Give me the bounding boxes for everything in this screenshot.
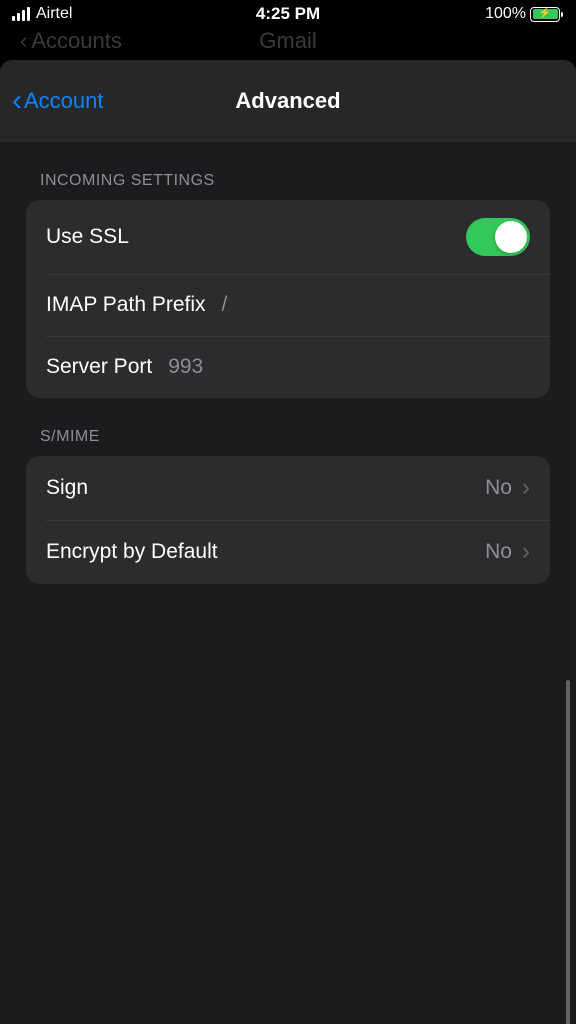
status-time: 4:25 PM <box>256 4 320 24</box>
chevron-right-icon: › <box>522 474 530 502</box>
charging-bolt-icon: ⚡ <box>539 9 551 19</box>
nav-bar: ‹ Account Advanced <box>0 60 576 142</box>
server-port-value: 993 <box>168 355 203 379</box>
smime-group: Sign No › Encrypt by Default No › <box>26 456 550 584</box>
content: INCOMING SETTINGS Use SSL IMAP Path Pref… <box>0 142 576 584</box>
chevron-left-icon: ‹ <box>12 86 22 116</box>
use-ssl-row: Use SSL <box>26 200 550 274</box>
imap-prefix-row[interactable]: IMAP Path Prefix / <box>26 274 550 336</box>
sign-value: No <box>485 476 512 500</box>
toggle-knob <box>495 221 527 253</box>
battery-icon: ⚡ <box>530 7 560 22</box>
scrollbar[interactable] <box>566 680 570 1024</box>
carrier-label: Airtel <box>36 5 72 23</box>
status-bar: Airtel 4:25 PM 100% ⚡ <box>0 0 576 28</box>
sign-row[interactable]: Sign No › <box>26 456 550 520</box>
server-port-label: Server Port <box>46 355 152 379</box>
use-ssl-label: Use SSL <box>46 225 129 249</box>
status-right: 100% ⚡ <box>485 5 560 23</box>
imap-prefix-label: IMAP Path Prefix <box>46 293 206 317</box>
status-left: Airtel <box>12 5 72 23</box>
encrypt-row[interactable]: Encrypt by Default No › <box>26 520 550 584</box>
back-button[interactable]: ‹ Account <box>12 86 104 116</box>
use-ssl-toggle[interactable] <box>466 218 530 256</box>
encrypt-label: Encrypt by Default <box>46 540 218 564</box>
sign-label: Sign <box>46 476 88 500</box>
encrypt-value: No <box>485 540 512 564</box>
chevron-left-icon: ‹ <box>20 28 27 54</box>
section-header-incoming: INCOMING SETTINGS <box>26 142 550 200</box>
settings-sheet: ‹ Account Advanced INCOMING SETTINGS Use… <box>0 60 576 1024</box>
imap-prefix-value: / <box>222 293 228 317</box>
background-title: Gmail <box>259 28 316 54</box>
page-title: Advanced <box>235 88 340 114</box>
background-back: ‹ Accounts <box>20 28 122 54</box>
battery-percent: 100% <box>485 5 526 23</box>
signal-bars-icon <box>12 7 30 21</box>
server-port-row[interactable]: Server Port 993 <box>26 336 550 398</box>
chevron-right-icon: › <box>522 538 530 566</box>
back-label: Account <box>24 88 104 114</box>
incoming-settings-group: Use SSL IMAP Path Prefix / Server Port 9… <box>26 200 550 398</box>
section-header-smime: S/MIME <box>26 398 550 456</box>
